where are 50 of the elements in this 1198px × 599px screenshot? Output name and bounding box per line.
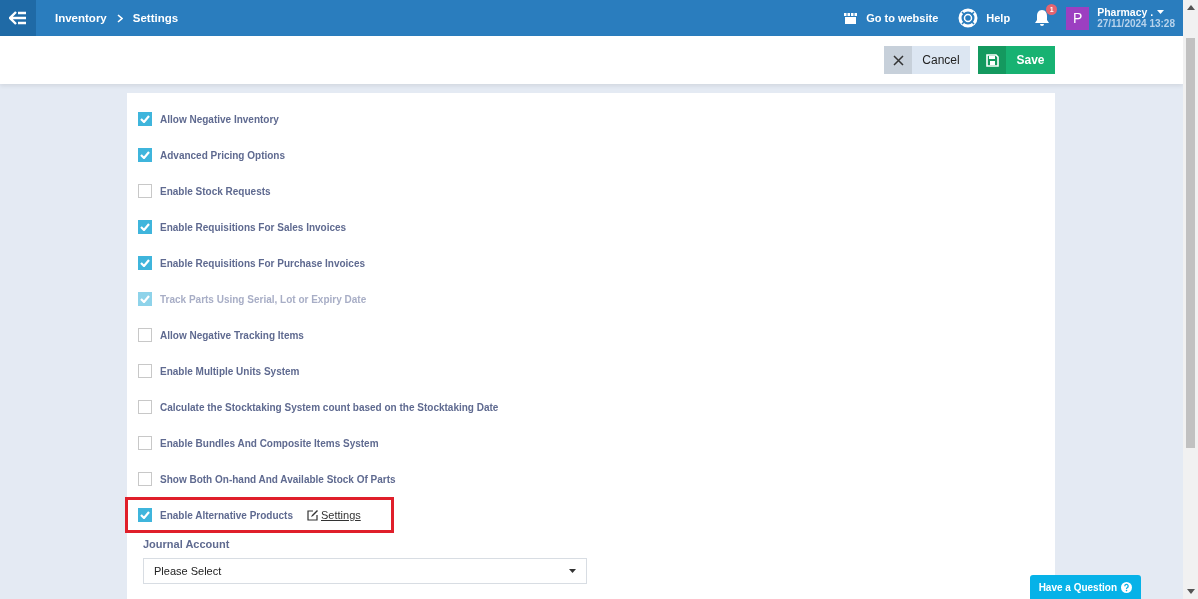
account-name[interactable]: Pharmacy . — [1097, 6, 1154, 18]
field-label: Journal Account — [143, 538, 231, 550]
option-label: Enable Multiple Units System — [160, 365, 300, 377]
lifebuoy-icon — [958, 8, 979, 28]
option-label: Allow Negative Inventory — [160, 113, 279, 125]
back-arrow-icon — [9, 11, 27, 25]
checkbox[interactable] — [138, 328, 152, 342]
option-label: Enable Requisitions For Sales Invoices — [160, 221, 347, 233]
caret-icon — [569, 569, 576, 573]
option-label: Advanced Pricing Options — [160, 149, 286, 161]
save-button[interactable]: Save — [978, 46, 1055, 74]
checkbox[interactable] — [138, 436, 152, 450]
avatar[interactable]: P — [1066, 6, 1090, 30]
help-chat-button[interactable]: Have a Question — [1029, 575, 1141, 599]
option-label: Calculate the Stocktaking System count based on the Stocktaking Date — [160, 401, 499, 413]
question-icon — [1121, 581, 1132, 593]
checkbox[interactable] — [138, 364, 152, 378]
option-label: Enable Bundles And Composite Items System — [160, 437, 379, 449]
caret-icon — [1157, 10, 1165, 14]
option-label: Enable Alternative Products — [160, 509, 293, 521]
chevron-icon — [116, 13, 123, 23]
option-label: Track Parts Using Serial, Lot or Expiry Date — [160, 293, 367, 305]
option-label: Enable Requisitions For Purchase Invoices — [160, 257, 366, 269]
checkbox[interactable] — [138, 148, 152, 162]
scroll-thumb[interactable] — [1186, 38, 1195, 448]
cancel-button[interactable]: Cancel — [884, 46, 970, 74]
journal-account-select[interactable]: Please Select — [143, 558, 587, 584]
option-label: Show Both On-hand And Available Stock Of Parts — [160, 473, 396, 485]
help-link[interactable]: Help — [958, 8, 1011, 28]
website-link[interactable]: Go to website — [843, 11, 939, 25]
back-button[interactable] — [0, 0, 36, 36]
store-icon — [843, 11, 859, 25]
checkbox[interactable] — [138, 112, 152, 126]
checkbox[interactable] — [138, 400, 152, 414]
checkbox[interactable] — [138, 220, 152, 234]
date-time: 27/11/2024 13:28 — [1097, 18, 1175, 30]
scroll-down-icon — [1186, 589, 1195, 594]
breadcrumb-link[interactable]: Inventory — [55, 12, 107, 24]
settings-link[interactable]: Settings — [321, 509, 361, 521]
close-icon — [892, 54, 904, 66]
option-label: Enable Stock Requests — [160, 185, 271, 197]
checkbox[interactable] — [138, 256, 152, 270]
checkbox[interactable] — [138, 472, 152, 486]
checkbox[interactable] — [138, 184, 152, 198]
checkbox[interactable] — [138, 508, 152, 522]
edit-icon — [307, 509, 318, 521]
scroll-up-icon — [1186, 5, 1195, 10]
bell-icon — [1034, 9, 1051, 27]
breadcrumb-current: Settings — [132, 12, 179, 24]
option-label: Allow Negative Tracking Items — [160, 329, 304, 341]
